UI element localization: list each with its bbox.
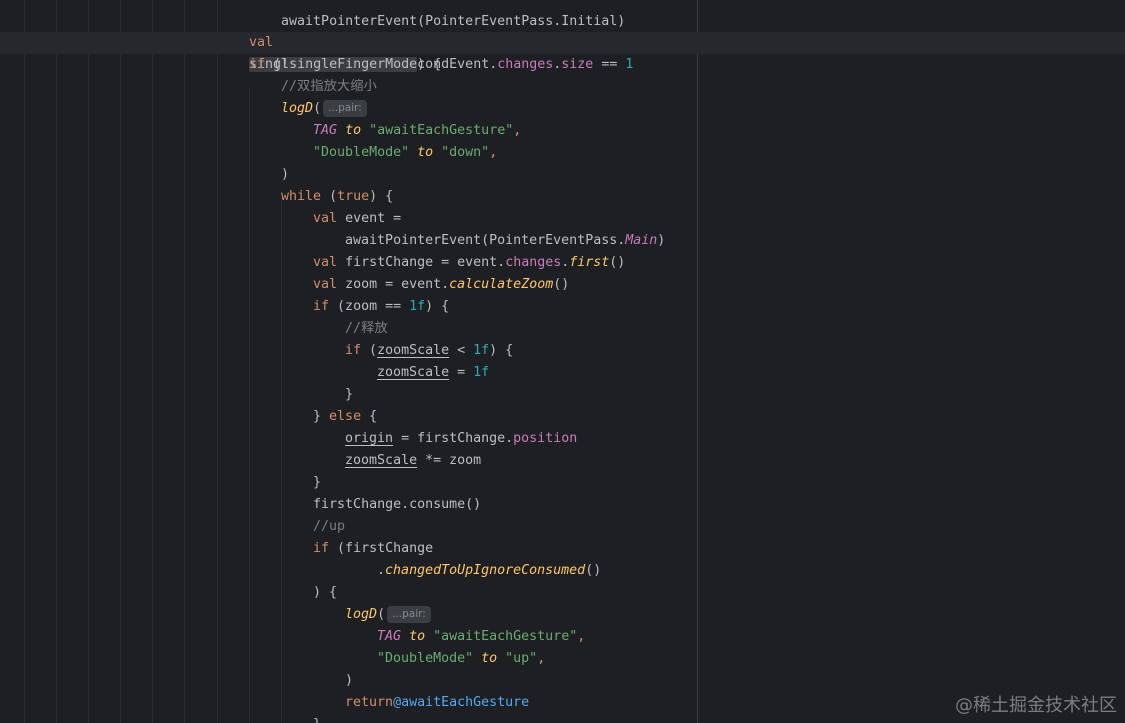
enum-constant: Main xyxy=(625,233,658,248)
function-call: first xyxy=(569,255,610,270)
code-line[interactable]: ) { xyxy=(281,560,337,600)
code-text: , xyxy=(513,123,522,138)
code-text: == xyxy=(593,57,626,72)
function-call: changedToUpIgnoreConsumed xyxy=(385,563,586,578)
keyword: return xyxy=(345,695,394,710)
property: size xyxy=(561,57,594,72)
string-literal: "down" xyxy=(441,145,490,160)
indent-guide xyxy=(56,0,57,723)
code-text: ) xyxy=(657,233,666,248)
code-line[interactable]: "DoubleMode" to "up", xyxy=(345,626,545,666)
mutable-variable: zoomScale xyxy=(345,453,418,468)
code-text: = xyxy=(449,365,474,380)
code-line[interactable]: origin = firstChange.position xyxy=(313,406,577,446)
indent-guide xyxy=(24,0,25,723)
code-line[interactable]: if (!singleFingerMode) { xyxy=(217,32,441,72)
code-line[interactable]: } xyxy=(249,713,289,723)
code-line[interactable]: TAG to "awaitEachGesture", xyxy=(281,98,521,138)
code-text: . xyxy=(377,563,386,578)
number-literal: 1f xyxy=(473,365,490,380)
mutable-variable: zoomScale xyxy=(377,365,450,380)
infix-function: to xyxy=(481,651,498,666)
code-line[interactable]: ) xyxy=(249,142,289,182)
code-line[interactable]: zoomScale *= zoom xyxy=(313,428,481,468)
string-literal: "DoubleMode" xyxy=(313,145,410,160)
infix-function: to xyxy=(417,145,434,160)
code-text: () xyxy=(553,277,570,292)
indent-guide xyxy=(120,0,121,723)
code-line[interactable]: while (true) { xyxy=(249,164,393,204)
code-text: ) { xyxy=(417,57,442,72)
code-line[interactable]: if (zoomScale < 1f) { xyxy=(313,318,513,358)
code-line[interactable]: TAG to "awaitEachGesture", xyxy=(345,604,585,644)
property: changes xyxy=(497,57,554,72)
keyword: if xyxy=(313,541,330,556)
indent-guide xyxy=(184,0,185,723)
string-literal: "DoubleMode" xyxy=(377,651,474,666)
code-line[interactable]: "DoubleMode" to "down", xyxy=(281,120,497,160)
right-margin-guide xyxy=(697,0,698,723)
code-line[interactable]: } xyxy=(281,692,321,723)
code-line[interactable]: if (zoom == 1f) { xyxy=(281,274,449,314)
code-line[interactable]: if (firstChange xyxy=(281,516,433,556)
code-text: ) { xyxy=(489,343,514,358)
code-line[interactable]: //双指放大缩小 xyxy=(249,54,377,94)
string-literal: "up" xyxy=(505,651,538,666)
watermark: @稀土掘金技术社区 xyxy=(955,695,1117,716)
code-line[interactable]: val zoom = event.calculateZoom() xyxy=(281,252,569,292)
code-line[interactable]: .changedToUpIgnoreConsumed() xyxy=(345,538,601,578)
number-literal: 1f xyxy=(409,299,426,314)
code-text: *= zoom xyxy=(417,453,482,468)
code-line[interactable]: firstChange.consume() xyxy=(281,472,481,512)
code-line[interactable]: //up xyxy=(281,494,345,534)
number-literal: 1 xyxy=(625,57,634,72)
current-line-highlight xyxy=(0,32,1125,54)
code-line[interactable]: logD(...pair: xyxy=(313,582,431,623)
code-line[interactable]: } xyxy=(281,450,321,490)
code-line[interactable]: logD(...pair: xyxy=(249,76,367,117)
code-text: , xyxy=(537,651,546,666)
code-text: () xyxy=(609,255,626,270)
code-line[interactable]: zoomScale = 1f xyxy=(345,340,489,380)
code-editor[interactable]: awaitPointerEvent(PointerEventPass.Initi… xyxy=(0,0,1125,723)
code-text: , xyxy=(577,629,586,644)
code-line[interactable]: } xyxy=(313,362,353,402)
code-line[interactable]: } else { xyxy=(281,384,377,424)
return-label: @awaitEachGesture xyxy=(393,695,530,710)
indent-guide xyxy=(88,0,89,723)
code-text: } xyxy=(313,717,321,723)
code-line[interactable]: val event = xyxy=(281,186,401,226)
code-line[interactable]: val singleFingerMode = secondEvent.chang… xyxy=(217,10,633,72)
code-text: , xyxy=(489,145,498,160)
code-line[interactable]: //释放 xyxy=(313,296,388,336)
code-line[interactable]: awaitPointerEvent(PointerEventPass.Main) xyxy=(313,208,665,248)
property: position xyxy=(513,431,578,446)
code-line[interactable]: return@awaitEachGesture xyxy=(313,670,529,710)
code-line[interactable]: val firstChange = event.changes.first() xyxy=(281,230,625,270)
indent-guide xyxy=(152,0,153,723)
indent-guide xyxy=(217,0,218,723)
function-call: calculateZoom xyxy=(449,277,554,292)
code-line[interactable]: ) xyxy=(313,648,353,688)
code-text: () xyxy=(585,563,602,578)
code-text: ) { xyxy=(425,299,450,314)
